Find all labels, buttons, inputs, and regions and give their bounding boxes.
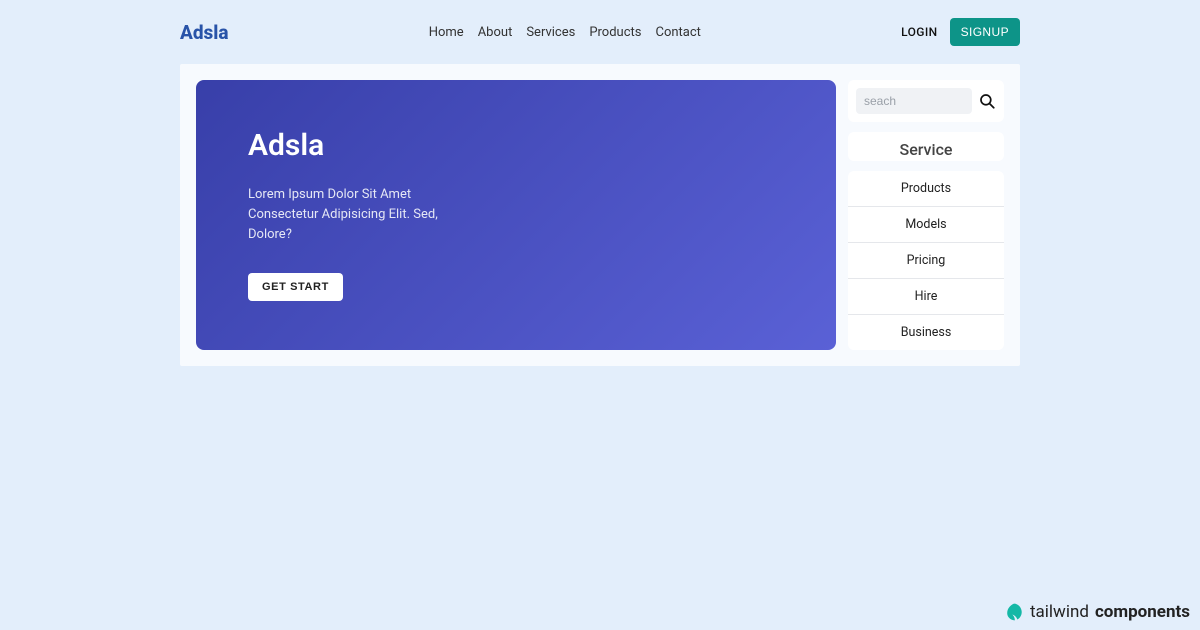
hero-title: Adsla <box>248 128 784 163</box>
signup-button[interactable]: SIGNUP <box>950 18 1020 46</box>
service-item-products[interactable]: Products <box>848 171 1004 207</box>
get-start-button[interactable]: GET START <box>248 273 343 301</box>
brand-logo[interactable]: Adsla <box>180 21 229 44</box>
nav-home[interactable]: Home <box>429 25 464 40</box>
leaf-icon <box>1004 602 1024 622</box>
search-card <box>848 80 1004 122</box>
search-input[interactable] <box>856 88 972 114</box>
footer-word1: tailwind <box>1030 602 1089 622</box>
nav-services[interactable]: Services <box>526 25 575 40</box>
sidebar: Service Products Models Pricing Hire Bus… <box>848 80 1004 350</box>
service-title: Service <box>848 140 1004 159</box>
nav-about[interactable]: About <box>478 25 513 40</box>
nav-contact[interactable]: Contact <box>656 25 701 40</box>
service-item-business[interactable]: Business <box>848 315 1004 350</box>
nav-links: Home About Services Products Contact <box>429 25 701 40</box>
navbar: Adsla Home About Services Products Conta… <box>180 0 1020 64</box>
login-button[interactable]: LOGIN <box>901 25 937 39</box>
footer-word2: components <box>1095 602 1190 622</box>
nav-products[interactable]: Products <box>589 25 641 40</box>
hero-card: Adsla Lorem Ipsum Dolor Sit Amet Consect… <box>196 80 836 350</box>
footer-brand: tailwind components <box>1004 602 1190 622</box>
service-item-hire[interactable]: Hire <box>848 279 1004 315</box>
search-icon[interactable] <box>978 92 996 110</box>
service-list: Products Models Pricing Hire Business <box>848 171 1004 350</box>
nav-auth: LOGIN SIGNUP <box>901 18 1020 46</box>
page-body: Adsla Lorem Ipsum Dolor Sit Amet Consect… <box>180 64 1020 366</box>
service-item-models[interactable]: Models <box>848 207 1004 243</box>
hero-subtitle: Lorem Ipsum Dolor Sit Amet Consectetur A… <box>248 185 468 245</box>
service-item-pricing[interactable]: Pricing <box>848 243 1004 279</box>
service-title-card: Service <box>848 132 1004 161</box>
